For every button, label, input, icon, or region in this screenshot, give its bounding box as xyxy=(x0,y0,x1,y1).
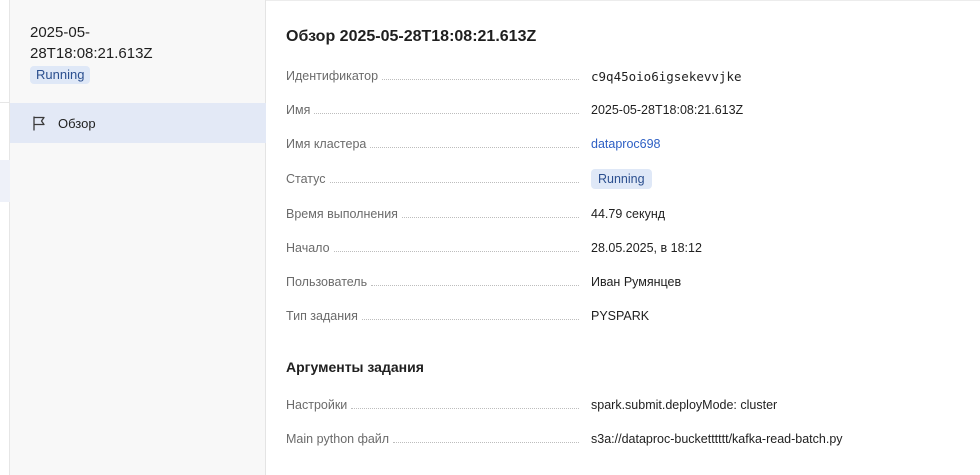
leader-dots xyxy=(361,308,579,320)
field-value: Иван Румянцев xyxy=(591,275,682,289)
field-value: 28.05.2025, в 18:12 xyxy=(591,241,702,255)
sidebar-item-label: Обзор xyxy=(58,115,96,131)
field-name: Имя 2025-05-28T18:08:21.613Z xyxy=(286,100,966,120)
leader-dots xyxy=(371,274,579,286)
field-type: Тип задания PYSPARK xyxy=(286,306,966,326)
leader-dots xyxy=(333,240,579,252)
leader-dots xyxy=(370,136,579,148)
field-value: spark.submit.deployMode: cluster xyxy=(591,398,778,412)
field-main-python-file: Main python файл s3a://dataproc-buckettt… xyxy=(286,429,966,449)
section-title-args: Аргументы задания xyxy=(286,359,424,375)
field-label: Имя xyxy=(286,103,311,117)
field-value: PYSPARK xyxy=(591,309,650,323)
status-badge: Running xyxy=(591,169,652,189)
flag-icon xyxy=(31,115,47,131)
field-label: Начало xyxy=(286,241,330,255)
field-cluster: Имя кластера dataproc698 xyxy=(286,134,966,154)
leader-dots xyxy=(314,102,579,114)
left-rail xyxy=(0,0,10,475)
field-label: Имя кластера xyxy=(286,137,367,151)
field-value: c9q45oio6igsekevvjke xyxy=(591,68,742,84)
field-label: Пользователь xyxy=(286,275,368,289)
field-value: 44.79 секунд xyxy=(591,207,666,221)
field-user: Пользователь Иван Румянцев xyxy=(286,272,966,292)
field-start: Начало 28.05.2025, в 18:12 xyxy=(286,238,966,258)
field-status: Статус Running xyxy=(286,169,966,189)
sidebar-header: 2025-05-28T18:08:21.613Z Running xyxy=(30,22,250,84)
job-title: 2025-05-28T18:08:21.613Z xyxy=(30,24,153,62)
sidebar-item-overview[interactable]: Обзор xyxy=(10,103,266,143)
field-label: Идентификатор xyxy=(286,69,379,83)
cluster-link[interactable]: dataproc698 xyxy=(591,137,661,151)
leader-dots xyxy=(351,397,579,409)
leader-dots xyxy=(329,171,579,183)
field-label: Время выполнения xyxy=(286,207,398,221)
sidebar: 2025-05-28T18:08:21.613Z Running Обзор xyxy=(10,0,266,475)
status-badge: Running xyxy=(30,66,91,84)
page-title: Обзор 2025-05-28T18:08:21.613Z xyxy=(286,28,537,45)
field-settings: Настройки spark.submit.deployMode: clust… xyxy=(286,395,966,415)
field-value: 2025-05-28T18:08:21.613Z xyxy=(591,103,744,117)
field-id: Идентификатор c9q45oio6igsekevvjke xyxy=(286,66,966,86)
leader-dots xyxy=(401,206,579,218)
leader-dots xyxy=(382,68,579,80)
field-value: s3a://dataproc-bucketttttt/kafka-read-ba… xyxy=(591,432,843,446)
main-content: Обзор 2025-05-28T18:08:21.613Z Идентифик… xyxy=(266,0,980,475)
rail-divider xyxy=(0,102,10,103)
leader-dots xyxy=(393,431,579,443)
field-label: Main python файл xyxy=(286,432,390,446)
field-label: Настройки xyxy=(286,398,348,412)
field-label: Тип задания xyxy=(286,309,358,323)
field-duration: Время выполнения 44.79 секунд xyxy=(286,204,966,224)
field-label: Статус xyxy=(286,172,326,186)
rail-active-marker xyxy=(0,160,10,202)
